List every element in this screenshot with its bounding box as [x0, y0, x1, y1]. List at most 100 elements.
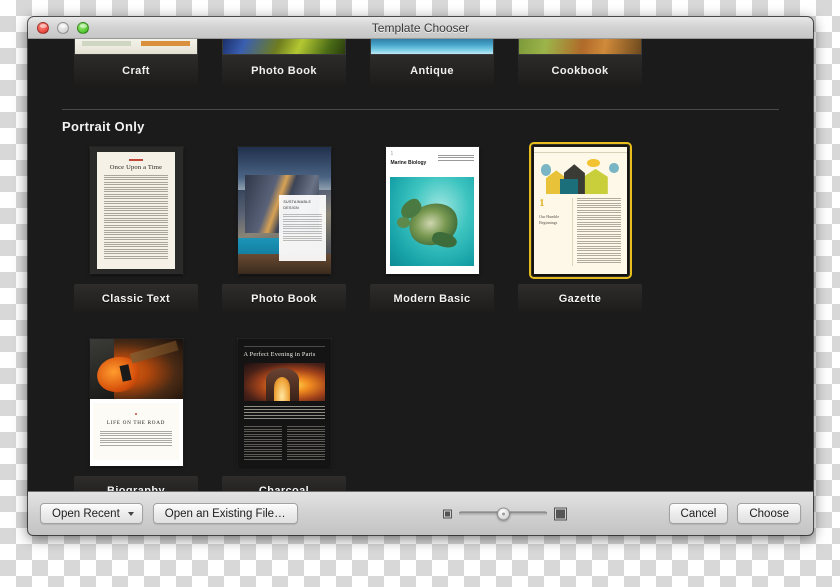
section-header: Portrait Only — [62, 109, 779, 134]
tree-shape — [540, 164, 552, 176]
house-shape — [560, 178, 579, 194]
template-thumbnail[interactable] — [518, 39, 642, 55]
preview-heading: Our Humble Beginnings — [539, 213, 560, 225]
template-thumbnail[interactable]: 1 Marine Biology — [385, 147, 479, 274]
preview-body-text — [283, 214, 322, 242]
template-item-gazette[interactable]: 1 Our Humble Beginnings Gazette — [506, 144, 654, 314]
sun-shape — [586, 158, 600, 168]
cancel-button[interactable]: Cancel — [668, 503, 729, 524]
template-thumbnail[interactable]: A Perfect Evening in Paris — [237, 339, 331, 466]
open-existing-file-label: Open an Existing File… — [164, 507, 286, 520]
template-item-craft[interactable]: Craft — [62, 39, 210, 91]
template-item-modern-basic[interactable]: 1 Marine Biology Modern Basic — [358, 144, 506, 314]
preview-text-card: SUSTAINABLE DESIGN — [279, 195, 326, 262]
open-existing-file-button[interactable]: Open an Existing File… — [152, 503, 298, 524]
thumbnail-frame[interactable]: 1 Marine Biology — [383, 144, 482, 277]
scrolled-template-row: Craft Photo Book Antique Cookbook — [28, 39, 813, 91]
close-button[interactable] — [37, 21, 49, 34]
template-thumbnail[interactable] — [74, 39, 198, 55]
template-thumbnail[interactable]: Once Upon a Time — [89, 147, 183, 274]
cancel-label: Cancel — [680, 507, 717, 520]
section-title: Portrait Only — [62, 119, 145, 134]
template-label: Charcoal — [222, 476, 346, 491]
preview-right-column — [571, 197, 621, 267]
template-item-biography[interactable]: LIFE ON THE ROAD Biography — [62, 336, 210, 491]
chevron-down-icon — [127, 512, 134, 516]
window-titlebar[interactable]: Template Chooser — [28, 17, 813, 39]
template-chooser-window: Template Chooser Craft Photo Book Antiqu… — [28, 17, 813, 535]
choose-button[interactable]: Choose — [737, 503, 801, 524]
choose-label: Choose — [749, 507, 789, 520]
thumbnail-frame[interactable]: SUSTAINABLE DESIGN — [235, 144, 334, 277]
thumbnail-frame[interactable]: Once Upon a Time — [87, 144, 186, 277]
window-title: Template Chooser — [371, 20, 470, 35]
preview-side-text — [438, 155, 474, 162]
template-item-classic-text[interactable]: Once Upon a Time Classic Text — [62, 144, 210, 314]
preview-heading: LIFE ON THE ROAD — [106, 419, 166, 426]
minimize-button[interactable] — [57, 21, 69, 34]
preview-rule — [533, 147, 627, 154]
arch-opening-shape — [274, 377, 291, 401]
preview-body: 1 Our Humble Beginnings — [539, 196, 621, 267]
house-shape — [583, 168, 608, 194]
dialog-toolbar: Open Recent Open an Existing File… Cance… — [28, 491, 813, 535]
accent-rule — [128, 159, 143, 161]
small-thumbnail-icon — [443, 509, 452, 518]
template-label: Modern Basic — [370, 284, 494, 314]
template-label: Photo Book — [222, 55, 346, 86]
slider-knob[interactable] — [496, 507, 510, 520]
template-grid: Once Upon a Time Classic Text SUSTAINABL… — [28, 134, 788, 491]
preview-header: 1 Marine Biology — [385, 147, 479, 173]
template-label: Gazette — [518, 284, 642, 314]
preview-body-text — [100, 430, 172, 446]
zoom-button[interactable] — [77, 21, 89, 34]
template-item-photo-book[interactable]: SUSTAINABLE DESIGN Photo Book — [210, 144, 358, 314]
template-thumbnail[interactable] — [370, 39, 494, 55]
template-label: Biography — [74, 476, 198, 491]
preview-columns — [243, 426, 325, 461]
template-item-photo-book-top[interactable]: Photo Book — [210, 39, 358, 91]
template-item-cookbook[interactable]: Cookbook — [506, 39, 654, 91]
guitar-neck-shape — [130, 340, 180, 364]
template-label: Cookbook — [518, 55, 642, 86]
thumbnail-frame-selected[interactable]: 1 Our Humble Beginnings — [530, 144, 630, 277]
template-browser[interactable]: Craft Photo Book Antique Cookbook Portra… — [28, 39, 813, 491]
window-controls — [37, 21, 89, 34]
template-label: Classic Text — [74, 284, 198, 314]
preview-photo — [243, 362, 325, 401]
preview-left-column: 1 Our Humble Beginnings — [539, 196, 567, 267]
tree-shape — [609, 162, 620, 174]
preview-heading: SUSTAINABLE DESIGN — [283, 200, 312, 210]
preview-illustration — [539, 155, 621, 194]
template-thumbnail[interactable] — [222, 39, 346, 55]
preview-heading: A Perfect Evening in Paris — [243, 350, 316, 358]
preview-page: LIFE ON THE ROAD — [93, 402, 179, 460]
template-label: Craft — [74, 55, 198, 86]
preview-heading: Once Upon a Time — [109, 163, 163, 171]
preview-column — [243, 426, 282, 461]
large-thumbnail-icon — [554, 507, 567, 520]
preview-photo — [390, 177, 474, 267]
thumbnail-size-control[interactable] — [443, 507, 567, 520]
preview-photo — [89, 339, 183, 399]
thumbnail-frame[interactable]: LIFE ON THE ROAD — [87, 336, 186, 469]
preview-intro-text — [243, 405, 325, 421]
template-thumbnail[interactable]: LIFE ON THE ROAD — [89, 339, 183, 466]
dialog-actions: Cancel Choose — [668, 503, 801, 524]
template-thumbnail[interactable]: 1 Our Humble Beginnings — [533, 147, 627, 274]
template-thumbnail[interactable]: SUSTAINABLE DESIGN — [237, 147, 331, 274]
preview-column — [286, 426, 325, 461]
preview-body-text — [103, 174, 169, 260]
template-item-antique[interactable]: Antique — [358, 39, 506, 91]
thumbnail-size-slider[interactable] — [459, 507, 547, 520]
open-recent-button[interactable]: Open Recent — [40, 503, 143, 524]
preview-number: 1 — [539, 196, 545, 209]
open-recent-label: Open Recent — [52, 507, 120, 520]
accent-dot — [135, 412, 137, 415]
preview-page: Once Upon a Time — [96, 152, 176, 269]
preview-rule — [243, 344, 325, 347]
template-label: Photo Book — [222, 284, 346, 314]
template-label: Antique — [370, 55, 494, 86]
thumbnail-frame[interactable]: A Perfect Evening in Paris — [235, 336, 334, 469]
template-item-charcoal[interactable]: A Perfect Evening in Paris Charcoal — [210, 336, 358, 491]
